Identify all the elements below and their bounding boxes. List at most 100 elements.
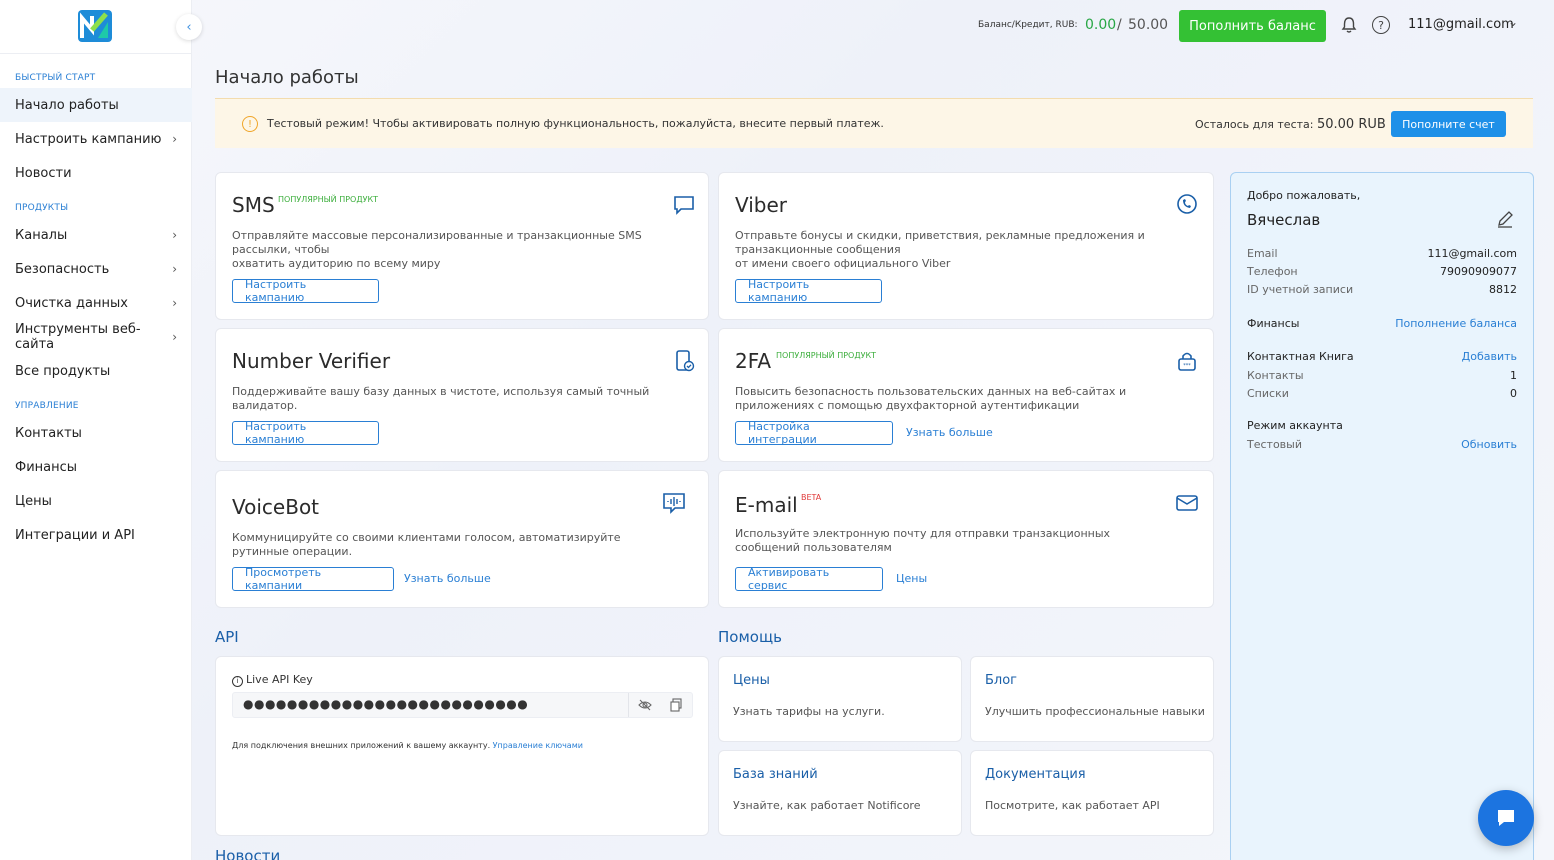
sidebar-item-label: Настроить кампанию <box>15 131 162 147</box>
activate-service-button[interactable]: Активировать сервис <box>735 566 883 592</box>
product-card-voicebot: VoiceBot Коммуницируйте со своими клиент… <box>215 470 709 608</box>
lists-count: 0 <box>1510 387 1517 400</box>
topup-balance-button[interactable]: Пополнить баланс <box>1179 10 1326 42</box>
sidebar-item-setup-campaign[interactable]: Настроить кампанию › <box>0 122 192 156</box>
profile-contact-book-row: Контактная Книга Добавить <box>1247 350 1517 363</box>
sidebar-item-label: Безопасность <box>15 261 110 277</box>
card-description: Поддерживайте вашу базу данных в чистоте… <box>232 385 650 412</box>
manage-keys-link[interactable]: Управление ключами <box>493 741 583 750</box>
sidebar-item-label: Начало работы <box>15 97 119 113</box>
phone-check-icon <box>676 350 695 372</box>
balance-separator: / <box>1117 17 1122 33</box>
sidebar-item-label: Все продукты <box>15 363 111 379</box>
welcome-text: Добро пожаловать, <box>1247 189 1361 202</box>
learn-more-link[interactable]: Узнать больше <box>906 426 993 439</box>
sidebar-item-contacts[interactable]: Контакты <box>0 416 192 450</box>
sidebar-item-data-cleaning[interactable]: Очистка данных › <box>0 286 192 320</box>
bell-icon[interactable] <box>1340 16 1358 34</box>
contacts-count: 1 <box>1510 369 1517 382</box>
api-key-actions <box>628 693 692 717</box>
profile-email-row: Email 111@gmail.com <box>1247 247 1517 260</box>
setup-integration-button[interactable]: Настройка интеграции <box>735 420 893 446</box>
sidebar-item-label: Каналы <box>15 227 68 243</box>
sidebar-item-website-tools[interactable]: Инструменты веб-сайта › <box>0 320 192 354</box>
voice-message-icon <box>663 493 685 514</box>
logo[interactable] <box>76 8 114 44</box>
chevron-right-icon: › <box>172 132 177 146</box>
eye-off-icon[interactable] <box>637 698 652 712</box>
help-card-documentation[interactable]: Документация Посмотрите, как работает AP… <box>970 750 1214 836</box>
card-title: VoiceBot <box>232 495 320 519</box>
card-description-line: Отправьте бонусы и скидки, приветствия, … <box>735 229 1145 256</box>
warning-icon: ! <box>242 116 258 132</box>
help-card-title: Блог <box>985 673 1018 688</box>
chevron-right-icon: › <box>172 296 177 310</box>
setup-campaign-button[interactable]: Настроить кампанию <box>735 278 882 304</box>
chat-button[interactable] <box>1478 790 1534 846</box>
profile-mode-row: Тестовый Обновить <box>1247 438 1517 451</box>
card-description: Коммуницируйте со своими клиентами голос… <box>232 531 621 558</box>
remaining-label: Осталось для теста: <box>1195 118 1314 131</box>
sidebar-item-security[interactable]: Безопасность › <box>0 252 192 286</box>
chevron-down-icon[interactable]: ⌄ <box>1508 15 1518 29</box>
chevron-right-icon: › <box>172 330 177 344</box>
api-key-label: i Live API Key <box>232 673 313 687</box>
sidebar-item-news[interactable]: Новости <box>0 156 192 190</box>
topup-account-button[interactable]: Пополните счет <box>1391 111 1506 137</box>
view-campaigns-button[interactable]: Просмотреть кампании <box>232 566 394 592</box>
account-id-label: ID учетной записи <box>1247 283 1354 296</box>
api-key-field[interactable]: ●●●●●●●●●●●●●●●●●●●●●●●●●● <box>232 692 693 718</box>
beta-badge: BETA <box>801 493 822 502</box>
sidebar-item-getting-started[interactable]: Начало работы <box>0 88 192 122</box>
learn-more-link[interactable]: Узнать больше <box>404 572 491 585</box>
sidebar-item-all-products[interactable]: Все продукты <box>0 354 192 388</box>
upgrade-link[interactable]: Обновить <box>1461 438 1517 451</box>
profile-panel: Добро пожаловать, Вячеслав Email 111@gmai… <box>1230 172 1534 860</box>
api-key-label-text: Live API Key <box>246 673 313 686</box>
user-menu[interactable]: 111@gmail.com <box>1408 17 1514 32</box>
page-title: Начало работы <box>215 67 359 88</box>
help-card-description: Посмотрите, как работает API <box>985 799 1160 812</box>
popular-badge: ПОПУЛЯРНЫЙ ПРОДУКТ <box>776 351 877 360</box>
info-icon: i <box>232 676 243 687</box>
topbar: Баланс/Кредит, RUB: 0.00 / 50.00 Пополни… <box>192 0 1554 54</box>
card-description-line: охватить аудиторию по всему миру <box>232 257 441 270</box>
sidebar-item-channels[interactable]: Каналы › <box>0 218 192 252</box>
api-key-masked: ●●●●●●●●●●●●●●●●●●●●●●●●●● <box>243 697 529 711</box>
add-contact-link[interactable]: Добавить <box>1462 350 1517 363</box>
nav-section-products: ПРОДУКТЫ <box>15 203 69 213</box>
chevron-left-icon[interactable]: ‹ <box>176 14 202 40</box>
remaining-value: 50.00 RUB <box>1316 117 1386 132</box>
finance-label: Финансы <box>1247 317 1300 330</box>
credit-limit: 50.00 <box>1128 17 1169 33</box>
setup-campaign-button[interactable]: Настроить кампанию <box>232 278 379 304</box>
sidebar-item-label: Инструменты веб-сайта <box>15 322 141 352</box>
card-description: Используйте электронную почту для отправ… <box>735 527 1111 554</box>
copy-icon[interactable] <box>669 698 683 712</box>
sidebar-item-prices[interactable]: Цены <box>0 484 192 518</box>
sidebar-item-integrations[interactable]: Интеграции и API <box>0 518 192 552</box>
prices-link[interactable]: Цены <box>896 572 927 585</box>
sidebar-item-finance[interactable]: Финансы <box>0 450 192 484</box>
api-note-text: Для подключения внешних приложений к ваш… <box>232 741 491 750</box>
help-card-blog[interactable]: Блог Улучшить профессиональные навыки <box>970 656 1214 742</box>
card-description-line: от имени своего официального Viber <box>735 257 951 270</box>
phone-value: 79090909077 <box>1440 265 1517 278</box>
sidebar-item-label: Цены <box>15 493 52 509</box>
help-card-description: Узнайте, как работает Notificore <box>733 799 921 812</box>
help-card-prices[interactable]: Цены Узнать тарифы на услуги. <box>718 656 962 742</box>
product-card-email: E-mail BETA Используйте электронную почт… <box>718 470 1214 608</box>
profile-mode-header: Режим аккаунта <box>1247 419 1517 432</box>
setup-campaign-button[interactable]: Настроить кампанию <box>232 420 379 446</box>
card-title: E-mail <box>735 493 798 517</box>
help-section-title: Помощь <box>718 628 782 646</box>
help-icon[interactable]: ? <box>1372 16 1390 34</box>
news-section-title: Новости <box>215 847 281 860</box>
edit-icon[interactable] <box>1495 209 1515 229</box>
topup-balance-link[interactable]: Пополнение баланса <box>1395 317 1517 330</box>
help-card-knowledge-base[interactable]: База знаний Узнайте, как работает Notifi… <box>718 750 962 836</box>
product-card-sms: SMS ПОПУЛЯРНЫЙ ПРОДУКТ Отправляйте массо… <box>215 172 709 320</box>
account-mode-value: Тестовый <box>1247 438 1302 451</box>
sidebar-item-label: Очистка данных <box>15 295 128 311</box>
popular-badge: ПОПУЛЯРНЫЙ ПРОДУКТ <box>278 195 379 204</box>
